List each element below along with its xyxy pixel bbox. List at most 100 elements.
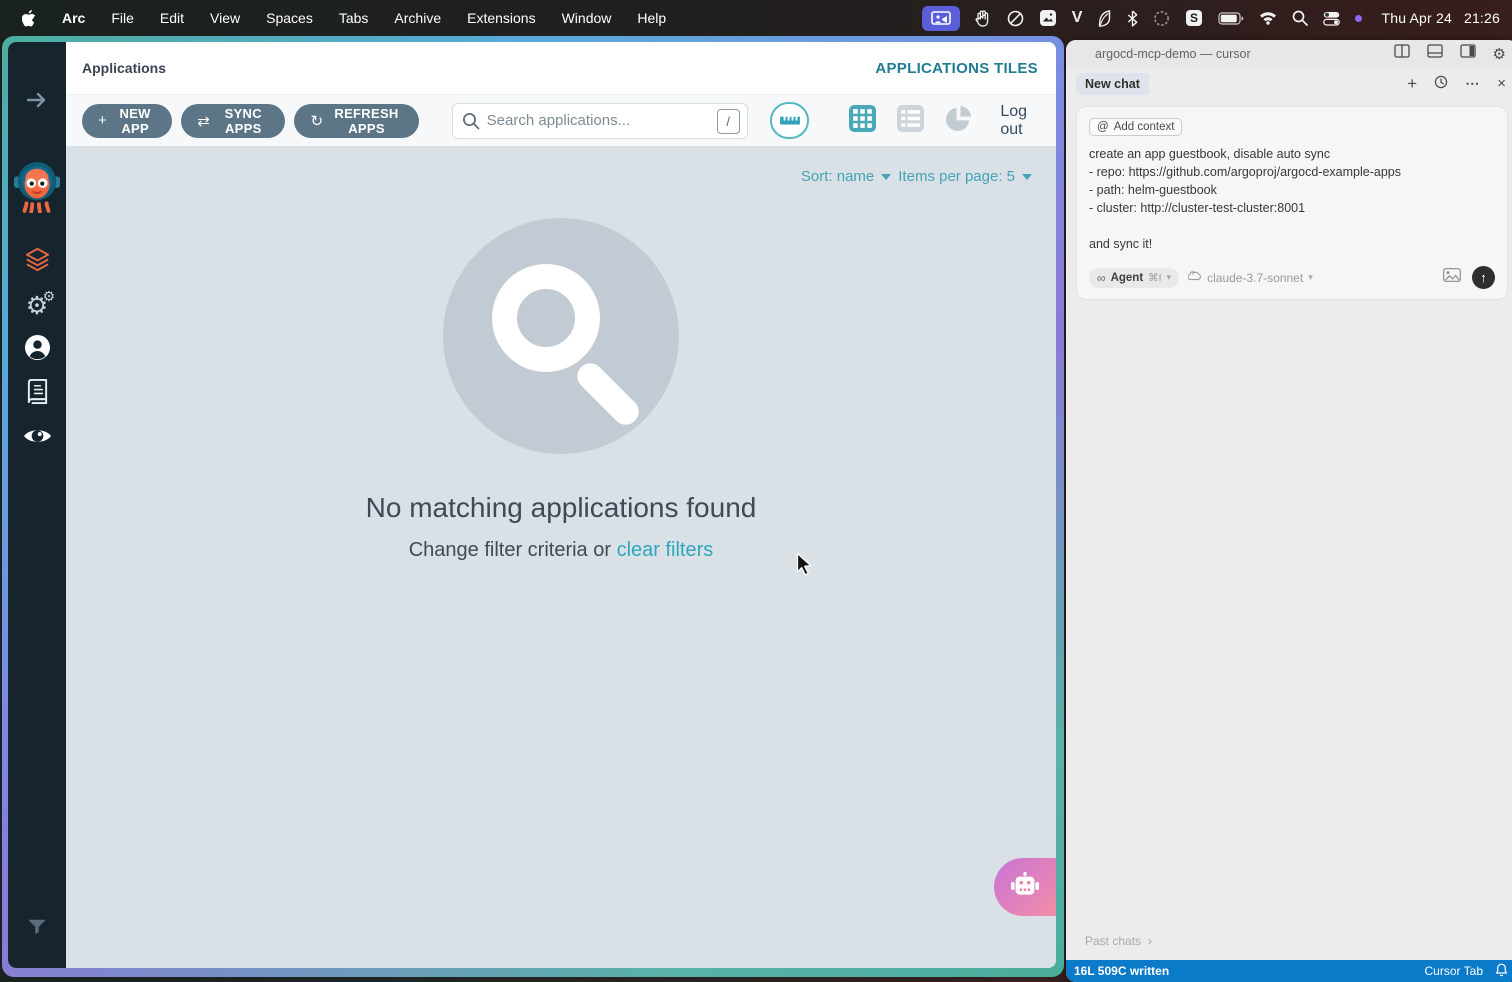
sidebar-item-settings[interactable]: ⚙⚙ bbox=[23, 284, 52, 328]
menu-edit[interactable]: Edit bbox=[160, 10, 184, 26]
chat-tab-row: New chat + ⋯ × bbox=[1066, 67, 1512, 100]
menu-archive[interactable]: Archive bbox=[394, 10, 441, 26]
chat-message-text[interactable]: create an app guestbook, disable auto sy… bbox=[1089, 145, 1495, 253]
tiles-view-icon[interactable] bbox=[849, 105, 876, 137]
close-chat-icon[interactable]: × bbox=[1497, 75, 1506, 92]
sidebar-item-observe[interactable] bbox=[23, 416, 52, 460]
menu-window[interactable]: Window bbox=[562, 10, 612, 26]
plus-icon: + bbox=[98, 112, 107, 129]
magnifier-handle bbox=[572, 358, 644, 430]
search-input[interactable] bbox=[452, 103, 748, 139]
cursor-title-bar[interactable]: argocd-mcp-demo — cursor ⚙ bbox=[1066, 40, 1512, 67]
sync-icon: ⇄ bbox=[197, 112, 210, 130]
agent-mode-selector[interactable]: ∞ Agent ⌘I ▾ bbox=[1089, 268, 1179, 288]
sidebar-item-filter[interactable] bbox=[8, 906, 66, 950]
new-chat-plus-icon[interactable]: + bbox=[1407, 74, 1417, 94]
menu-arc[interactable]: Arc bbox=[62, 10, 85, 26]
control-center-icon[interactable] bbox=[1323, 7, 1340, 29]
toggle-panel-icon[interactable] bbox=[1427, 44, 1443, 63]
model-icon bbox=[1188, 270, 1202, 285]
menu-view[interactable]: View bbox=[210, 10, 240, 26]
chat-history-icon[interactable] bbox=[1434, 75, 1448, 92]
split-editor-icon[interactable] bbox=[1394, 44, 1410, 63]
more-options-icon[interactable]: ⋯ bbox=[1465, 75, 1480, 92]
gears-icon: ⚙⚙ bbox=[26, 294, 48, 319]
model-name: claude-3.7-sonnet bbox=[1207, 271, 1303, 285]
date-label: Thu Apr 24 bbox=[1381, 10, 1452, 26]
spotlight-search-icon[interactable] bbox=[1292, 7, 1308, 29]
clear-filters-link[interactable]: clear filters bbox=[617, 539, 714, 561]
new-app-button[interactable]: + NEW APP bbox=[82, 104, 172, 138]
items-per-page-dropdown[interactable]: Items per page: 5 bbox=[898, 168, 1015, 185]
s-app-icon[interactable]: S bbox=[1185, 7, 1203, 29]
new-chat-tab[interactable]: New chat bbox=[1076, 73, 1149, 95]
applications-empty-state: Sort: name Items per page: 5 No matching… bbox=[66, 146, 1056, 968]
bell-icon[interactable] bbox=[1495, 963, 1508, 980]
argocd-toolbar: + NEW APP ⇄ SYNC APPS ↻ REFRESH APPS / bbox=[66, 94, 1056, 146]
attach-image-icon[interactable] bbox=[1443, 268, 1461, 287]
arc-browser-window: ⚙⚙ bbox=[2, 36, 1064, 977]
search-icon bbox=[462, 112, 480, 135]
sidebar-expand-button[interactable] bbox=[8, 80, 66, 124]
agent-label: Agent bbox=[1111, 272, 1144, 284]
toggle-sidebar-icon[interactable] bbox=[1460, 44, 1476, 63]
at-icon: @ bbox=[1097, 121, 1109, 133]
refresh-apps-label: REFRESH APPS bbox=[330, 106, 402, 136]
argocd-octopus-icon bbox=[14, 159, 60, 213]
menu-help[interactable]: Help bbox=[637, 10, 666, 26]
cursor-window: argocd-mcp-demo — cursor ⚙ New chat + ⋯ … bbox=[1066, 40, 1512, 982]
model-selector[interactable]: claude-3.7-sonnet ▾ bbox=[1188, 270, 1313, 285]
breadcrumb[interactable]: Applications bbox=[82, 60, 166, 76]
loading-dots-icon[interactable] bbox=[1153, 7, 1170, 29]
empty-state-hint: Change filter criteria or clear filters bbox=[66, 539, 1056, 562]
chevron-down-icon: ▾ bbox=[1308, 272, 1313, 283]
argocd-logo[interactable] bbox=[8, 158, 66, 214]
screen-recording-icon[interactable] bbox=[922, 6, 960, 31]
wifi-icon[interactable] bbox=[1259, 7, 1277, 29]
argocd-sidebar: ⚙⚙ bbox=[8, 42, 66, 968]
logout-button[interactable]: Log out bbox=[1000, 103, 1040, 139]
sync-apps-label: SYNC APPS bbox=[217, 106, 269, 136]
filter-funnel-icon bbox=[26, 918, 48, 939]
compact-view-toggle[interactable] bbox=[770, 102, 810, 139]
sync-apps-button[interactable]: ⇄ SYNC APPS bbox=[181, 104, 285, 138]
chat-assistant-button[interactable] bbox=[994, 858, 1056, 916]
menu-spaces[interactable]: Spaces bbox=[266, 10, 313, 26]
chat-input-card[interactable]: @ Add context create an app guestbook, d… bbox=[1076, 106, 1508, 300]
chevron-down-icon bbox=[1022, 174, 1032, 180]
infinity-icon: ∞ bbox=[1097, 271, 1106, 285]
apple-logo-icon[interactable] bbox=[22, 7, 36, 29]
send-button[interactable]: ↑ bbox=[1472, 266, 1495, 289]
add-context-label: Add context bbox=[1114, 121, 1175, 133]
bluetooth-icon[interactable] bbox=[1127, 7, 1138, 29]
add-context-chip[interactable]: @ Add context bbox=[1089, 118, 1182, 136]
v-app-icon[interactable]: V bbox=[1072, 7, 1083, 29]
menu-tabs[interactable]: Tabs bbox=[339, 10, 369, 26]
cursor-panel-body: Past chats › bbox=[1066, 300, 1512, 960]
notion-leaf-icon[interactable] bbox=[1097, 7, 1112, 29]
battery-icon[interactable] bbox=[1218, 7, 1244, 29]
sidebar-item-documentation[interactable] bbox=[23, 372, 52, 416]
menu-bar-clock[interactable]: Thu Apr 24 21:26 bbox=[1377, 10, 1500, 26]
chevron-down-icon bbox=[881, 174, 891, 180]
menu-file[interactable]: File bbox=[111, 10, 134, 26]
list-view-icon[interactable] bbox=[897, 105, 924, 137]
argocd-header: Applications APPLICATIONS TILES bbox=[66, 42, 1056, 94]
agent-shortcut: ⌘I bbox=[1148, 272, 1161, 284]
sidebar-item-applications[interactable] bbox=[23, 240, 52, 284]
sidebar-item-user-info[interactable] bbox=[23, 328, 52, 372]
settings-gear-icon[interactable]: ⚙ bbox=[1493, 45, 1506, 63]
cursor-window-title: argocd-mcp-demo — cursor bbox=[1095, 47, 1251, 61]
hand-gesture-icon[interactable] bbox=[975, 7, 992, 29]
macos-menu-bar: Arc File Edit View Spaces Tabs Archive E… bbox=[0, 0, 1512, 36]
sort-dropdown[interactable]: Sort: name bbox=[801, 168, 874, 185]
do-not-disturb-icon[interactable] bbox=[1007, 7, 1024, 29]
menu-extensions[interactable]: Extensions bbox=[467, 10, 535, 26]
photos-app-icon[interactable] bbox=[1039, 7, 1057, 29]
page-title: APPLICATIONS TILES bbox=[875, 60, 1038, 77]
refresh-apps-button[interactable]: ↻ REFRESH APPS bbox=[294, 104, 418, 138]
summary-pie-icon[interactable] bbox=[945, 105, 972, 137]
cursor-tab-label[interactable]: Cursor Tab bbox=[1425, 964, 1483, 978]
docs-book-icon bbox=[25, 378, 50, 410]
past-chats-link[interactable]: Past chats › bbox=[1085, 934, 1152, 948]
